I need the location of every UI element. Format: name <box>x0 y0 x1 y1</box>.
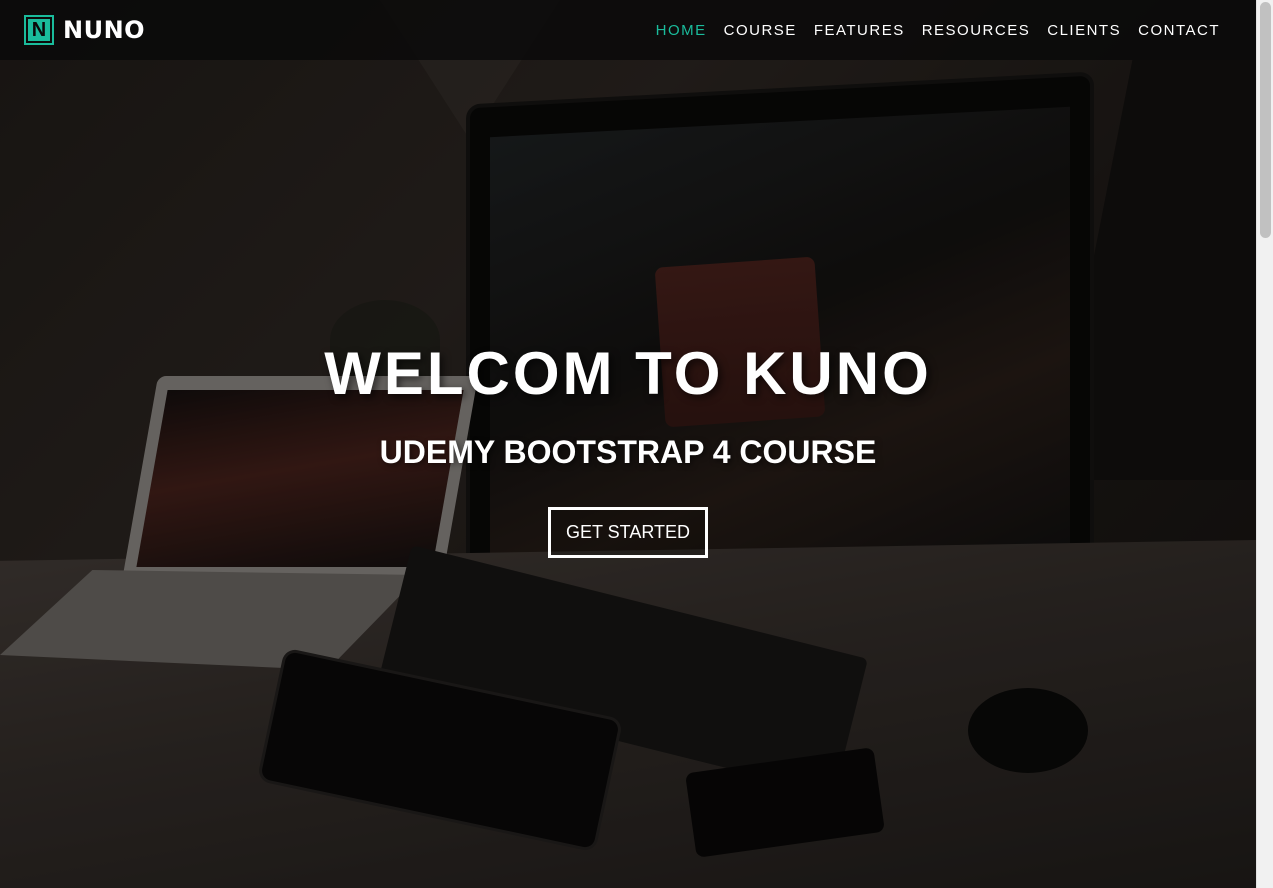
nav-item-features[interactable]: FEATURES <box>814 22 905 39</box>
vertical-scrollbar[interactable] <box>1256 0 1273 888</box>
nav-item-course[interactable]: COURSE <box>724 22 797 39</box>
hero-title: WELCOM TO KUNO <box>324 340 932 407</box>
scrollbar-thumb[interactable] <box>1260 2 1271 238</box>
nav-item-home[interactable]: HOME <box>656 22 707 39</box>
hero-subtitle: UDEMY BOOTSTRAP 4 COURSE <box>379 434 877 470</box>
get-started-button[interactable]: GET STARTED <box>548 507 708 558</box>
brand-logo[interactable]: N NUNO <box>24 15 145 45</box>
nav-item-contact[interactable]: CONTACT <box>1138 22 1220 39</box>
brand-name: NUNO <box>63 16 146 44</box>
hero-section: WELCOM TO KUNO UDEMY BOOTSTRAP 4 COURSE … <box>0 0 1256 888</box>
nav-item-resources[interactable]: RESOURCES <box>922 22 1031 39</box>
nav-item-clients[interactable]: CLIENTS <box>1047 22 1121 39</box>
nav-menu: HOME COURSE FEATURES RESOURCES CLIENTS C… <box>639 0 1220 60</box>
hero-content: WELCOM TO KUNO UDEMY BOOTSTRAP 4 COURSE … <box>0 338 1256 558</box>
brand-icon-letter: N <box>28 19 50 41</box>
navbar: N NUNO HOME COURSE FEATURES RESOURCES CL… <box>0 0 1256 60</box>
brand-n-icon: N <box>24 15 54 45</box>
